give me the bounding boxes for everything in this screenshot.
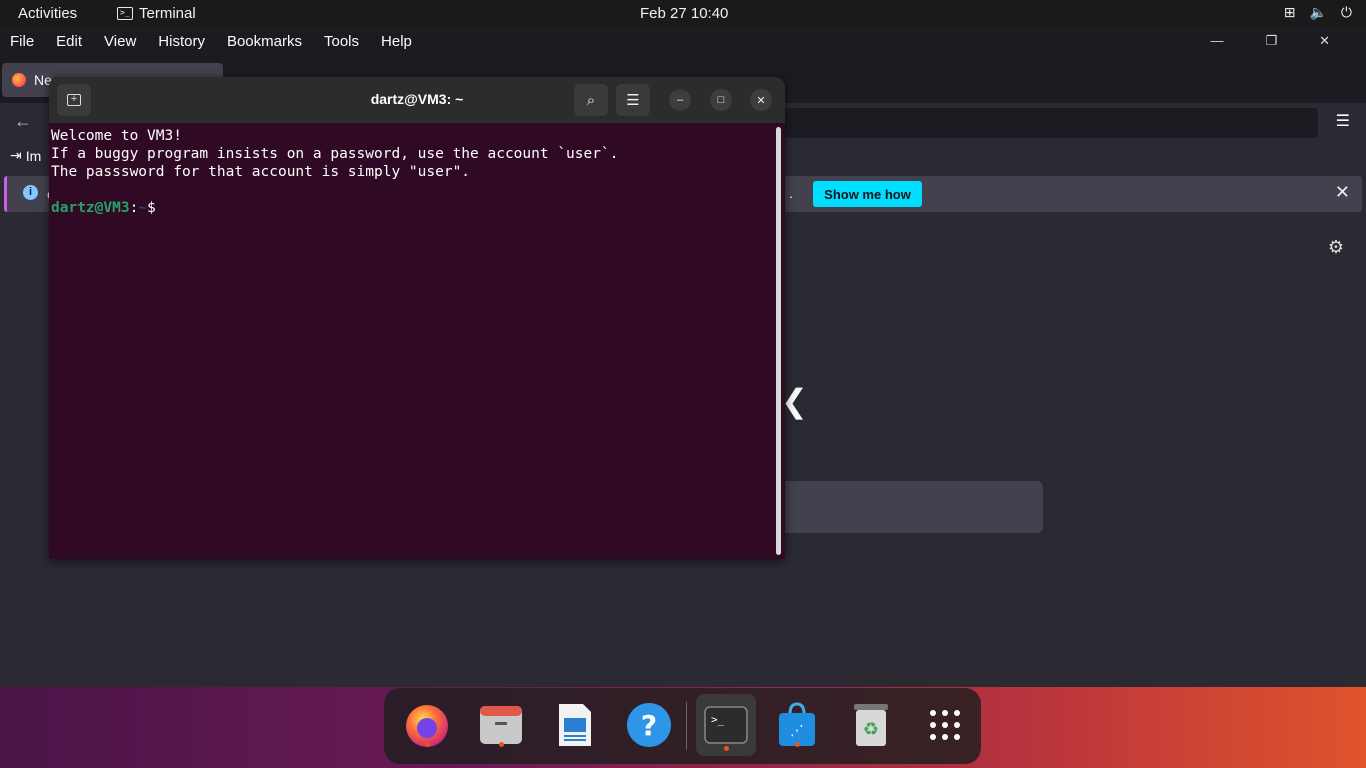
app-menu[interactable]: >_ Terminal	[117, 5, 196, 22]
running-indicator	[424, 742, 430, 747]
terminal-prompt: dartz@VM3:~$	[51, 199, 783, 217]
terminal-scrollbar[interactable]	[776, 127, 781, 555]
menu-edit[interactable]: Edit	[56, 33, 82, 50]
back-arrow-icon[interactable]: ←	[14, 111, 32, 132]
network-icon: ⊞	[1283, 4, 1296, 20]
terminal-icon: >_	[117, 7, 133, 20]
clock[interactable]: Feb 27 10:40	[640, 5, 728, 22]
url-bar[interactable]	[760, 108, 1318, 138]
firefox-window-controls: — ❐ ✕	[1210, 33, 1352, 49]
terminal-headerbar: + dartz@VM3: ~ ⌕ ☰ – □ ✕	[49, 77, 785, 123]
minimize-icon: –	[676, 94, 684, 106]
prompt-path: ~	[138, 200, 148, 216]
dock-terminal[interactable]: >_	[696, 694, 756, 756]
files-icon	[480, 706, 522, 744]
terminal-line: Welcome to VM3!	[51, 128, 182, 144]
menu-bookmarks[interactable]: Bookmarks	[227, 33, 302, 50]
activities-button[interactable]: Activities	[18, 5, 77, 22]
menu-view[interactable]: View	[104, 33, 136, 50]
top-bar: Activities >_ Terminal Feb 27 10:40 ⊞ 🔈 …	[0, 0, 1366, 27]
help-icon: ?	[627, 703, 671, 747]
app-grid-icon	[930, 710, 960, 740]
bookmarks-toolbar: ⇥ Im	[10, 147, 41, 164]
power-icon: ⏻	[1340, 4, 1352, 20]
svg-text:>_: >_	[711, 713, 725, 726]
prompt-separator: :	[129, 200, 139, 216]
dock-trash[interactable]: ♻	[844, 698, 898, 752]
terminal-line: The passsword for that account is simply…	[51, 164, 471, 180]
terminal-output[interactable]: Welcome to VM3! If a buggy program insis…	[49, 123, 785, 559]
running-indicator	[794, 742, 800, 747]
maximize-icon: □	[717, 94, 725, 106]
dock: ? >_ ⋰ ♻	[384, 688, 981, 764]
info-icon: i	[23, 185, 38, 200]
import-bookmarks-label[interactable]: Im	[26, 148, 42, 164]
menu-tools[interactable]: Tools	[324, 33, 359, 50]
terminal-line: If a buggy program insists on a password…	[51, 146, 619, 162]
dock-firefox[interactable]	[400, 698, 454, 752]
dock-show-apps[interactable]	[918, 698, 972, 752]
firefox-menubar: File Edit View History Bookmarks Tools H…	[0, 27, 1366, 55]
firefox-icon	[12, 73, 26, 87]
menu-button[interactable]: ☰	[616, 84, 650, 116]
close-button[interactable]: ✕	[750, 89, 772, 111]
import-icon: ⇥	[10, 147, 22, 163]
close-notification-icon[interactable]: ✕	[1335, 182, 1350, 203]
libreoffice-writer-icon	[559, 704, 591, 746]
dock-files[interactable]	[474, 698, 528, 752]
menu-help[interactable]: Help	[381, 33, 412, 50]
volume-icon: 🔈	[1309, 4, 1327, 20]
running-indicator	[498, 742, 504, 747]
maximize-button[interactable]: □	[710, 89, 732, 111]
svg-text:♻: ♻	[863, 719, 879, 740]
dock-help[interactable]: ?	[622, 698, 676, 752]
hamburger-menu-icon[interactable]: ☰	[1336, 111, 1350, 131]
show-me-how-button[interactable]: Show me how	[813, 181, 922, 207]
menu-history[interactable]: History	[158, 33, 205, 50]
svg-text:⋰: ⋰	[790, 723, 804, 739]
firefox-wordmark-fragment: ❮	[781, 383, 808, 419]
terminal-window: + dartz@VM3: ~ ⌕ ☰ – □ ✕ Welcome to VM3!…	[49, 77, 785, 559]
minimize-icon[interactable]: —	[1210, 33, 1223, 49]
newtab-search-box[interactable]	[780, 481, 1043, 533]
system-tray[interactable]: ⊞ 🔈 ⏻	[1284, 4, 1352, 21]
running-indicator	[723, 746, 729, 751]
app-menu-label: Terminal	[139, 5, 196, 22]
trash-icon: ♻	[854, 704, 888, 746]
settings-gear-icon[interactable]: ⚙	[1328, 237, 1344, 258]
prompt-symbol: $	[147, 200, 156, 216]
svg-text:?: ?	[641, 709, 657, 742]
close-icon[interactable]: ✕	[1319, 33, 1330, 49]
dock-software[interactable]: ⋰	[770, 698, 824, 752]
hamburger-icon: ☰	[626, 92, 640, 109]
search-button[interactable]: ⌕	[574, 84, 608, 116]
minimize-button[interactable]: –	[669, 89, 691, 111]
dock-writer[interactable]	[548, 698, 602, 752]
terminal-icon: >_	[704, 706, 748, 744]
maximize-icon[interactable]: ❐	[1265, 33, 1277, 49]
menu-file[interactable]: File	[10, 33, 34, 50]
close-icon: ✕	[756, 94, 766, 107]
search-icon: ⌕	[586, 91, 596, 109]
notice-text-tail: .	[789, 185, 793, 201]
dock-separator	[686, 702, 687, 750]
prompt-user: dartz@VM3	[51, 200, 130, 216]
